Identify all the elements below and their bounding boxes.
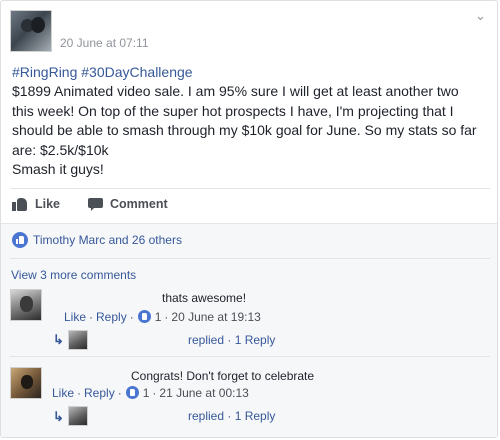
separator-dot: ·	[152, 385, 157, 400]
reactions-summary-text: Timothy Marc and 26 others	[33, 233, 182, 247]
chevron-down-icon[interactable]: ⌄	[475, 9, 489, 22]
post-timestamp[interactable]: 20 June at 07:11	[60, 36, 149, 50]
comment-like-count[interactable]: 1	[155, 310, 162, 324]
comment-like-count[interactable]: 1	[143, 386, 150, 400]
post-body-line: $1899 Animated video sale. I am 95% sure…	[12, 83, 459, 100]
divider	[10, 188, 490, 189]
comment-like-link[interactable]: Like	[52, 386, 74, 400]
like-button-label: Like	[35, 197, 61, 211]
post-author-avatar[interactable]	[10, 10, 52, 52]
comment-button[interactable]: Comment	[88, 195, 168, 213]
comment-reply-link[interactable]: Reply	[84, 386, 115, 400]
separator-dot: ·	[129, 309, 134, 324]
view-replies-link[interactable]: replied · 1 Reply	[188, 409, 275, 423]
like-badge-icon	[137, 310, 151, 323]
reply-arrow-icon: ↳	[53, 332, 64, 347]
comment-avatar[interactable]	[10, 289, 42, 321]
comment-meta: Like · Reply · 1 · 20 June at 19:13	[64, 309, 261, 324]
comment-button-label: Comment	[110, 197, 168, 211]
comment-text: thats awesome!	[162, 291, 247, 305]
comment-meta: Like · Reply · 1 · 21 June at 00:13	[52, 385, 249, 400]
like-badge-icon	[12, 232, 28, 248]
separator-dot: ·	[164, 309, 169, 324]
post-body: #RingRing #30DayChallenge $1899 Animated…	[12, 63, 490, 179]
post-body-line: this week! On top of the super hot prosp…	[12, 102, 454, 119]
separator-dot: ·	[89, 309, 94, 324]
comment-avatar[interactable]	[10, 367, 42, 399]
comment-timestamp[interactable]: 20 June at 19:13	[171, 310, 260, 324]
divider	[10, 356, 490, 357]
reactions-summary[interactable]: Timothy Marc and 26 others	[12, 231, 182, 249]
reply-author-avatar[interactable]	[68, 330, 88, 350]
comment-bubble-icon	[88, 197, 103, 211]
separator-dot: ·	[117, 385, 122, 400]
reply-author-avatar[interactable]	[68, 406, 88, 426]
comment-timestamp[interactable]: 21 June at 00:13	[159, 386, 248, 400]
comment-text: Congrats! Don't forget to celebrate	[131, 369, 315, 383]
post-body-line: are: $2.5k/$10k	[12, 141, 109, 158]
view-replies-link[interactable]: replied · 1 Reply	[188, 333, 275, 347]
post-hashtags[interactable]: #RingRing #30DayChallenge	[12, 63, 490, 82]
reply-arrow-icon: ↳	[53, 409, 64, 424]
separator-dot: ·	[77, 385, 82, 400]
post-body-line: Smash it guys!	[12, 161, 104, 178]
thumbs-up-icon	[12, 197, 28, 211]
view-more-comments-link[interactable]: View 3 more comments	[11, 268, 136, 282]
post-body-line: should be able to smash through my $10k …	[12, 122, 477, 139]
comment-like-link[interactable]: Like	[64, 310, 86, 324]
like-badge-icon	[125, 386, 139, 399]
comment-reply-link[interactable]: Reply	[96, 310, 127, 324]
divider	[10, 258, 490, 259]
like-button[interactable]: Like	[12, 195, 60, 213]
